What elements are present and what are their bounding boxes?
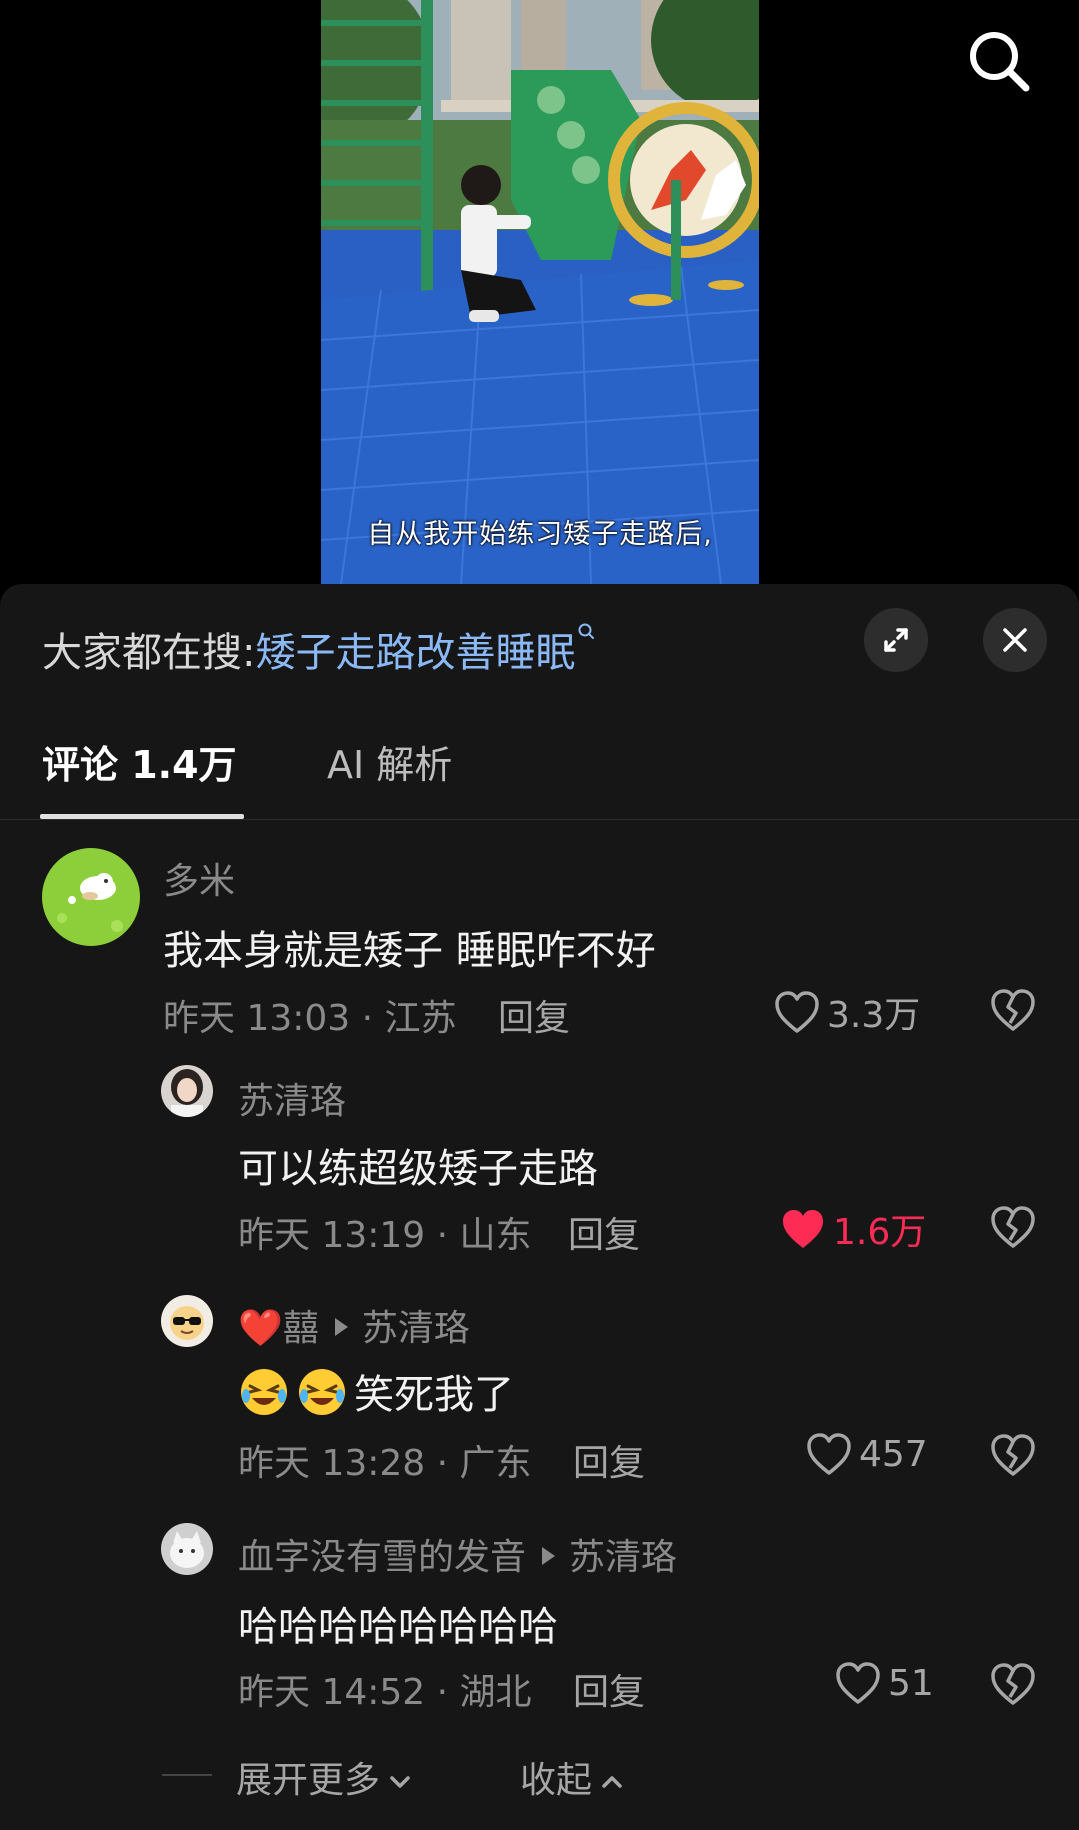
comment-text: 我本身就是矮子 睡眠咋不好 bbox=[163, 928, 656, 974]
reply-arrow-icon bbox=[334, 1318, 348, 1336]
video-area[interactable]: 自从我开始练习矮子走路后, bbox=[0, 0, 1079, 584]
collapse-label: 收起 bbox=[520, 1760, 593, 1801]
reply-to-name[interactable]: 苏清珞 bbox=[362, 1308, 470, 1349]
comments-panel: 大家都在搜:矮子走路改善睡眠 评论 1.4万 AI 解析 多米 我本身就是矮子 … bbox=[0, 584, 1079, 1830]
replies-divider-line bbox=[162, 1774, 212, 1776]
expand-icon bbox=[884, 628, 908, 652]
reply-author[interactable]: ❤️囍 苏清珞 bbox=[238, 1299, 470, 1351]
like-count: 3.3万 bbox=[827, 995, 921, 1036]
heart-outline-icon bbox=[836, 1662, 880, 1704]
reply-arrow-icon bbox=[542, 1547, 556, 1565]
search-suggestion-keyword[interactable]: 矮子走路改善睡眠 bbox=[255, 630, 575, 676]
expand-button[interactable] bbox=[864, 608, 928, 672]
reply-button[interactable]: 回复 bbox=[568, 1206, 640, 1258]
reply-text: 可以练超级矮子走路 bbox=[238, 1146, 598, 1192]
dislike-button[interactable] bbox=[989, 1661, 1037, 1709]
reply-button[interactable]: 回复 bbox=[573, 1434, 645, 1486]
expand-more-label: 展开更多 bbox=[236, 1760, 381, 1801]
dislike-button[interactable] bbox=[989, 987, 1037, 1035]
reply-button[interactable]: 回复 bbox=[573, 1663, 645, 1715]
chevron-up-icon bbox=[602, 1776, 622, 1788]
heart-filled-icon bbox=[783, 1210, 823, 1248]
tab-ai-analysis[interactable]: AI 解析 bbox=[327, 734, 452, 789]
comment-time-location: 昨天 13:03 · 江苏 bbox=[163, 998, 457, 1039]
reply-author[interactable]: 苏清珞 bbox=[238, 1072, 346, 1124]
rolling-laughing-emoji bbox=[299, 1369, 345, 1415]
reply-time-location: 昨天 14:52 · 湖北 bbox=[238, 1672, 532, 1713]
collapse-replies-button[interactable]: 收起 bbox=[520, 1751, 626, 1803]
search-icon[interactable] bbox=[964, 26, 1034, 96]
avatar[interactable] bbox=[42, 848, 140, 946]
close-icon bbox=[1003, 628, 1027, 652]
like-button[interactable]: 1.6万 bbox=[779, 1203, 926, 1255]
avatar[interactable] bbox=[161, 1065, 213, 1117]
like-button[interactable]: 457 bbox=[805, 1431, 928, 1477]
reply-to-name[interactable]: 苏清珞 bbox=[569, 1537, 677, 1578]
dislike-button[interactable] bbox=[989, 1432, 1037, 1480]
close-button[interactable] bbox=[983, 608, 1047, 672]
search-suggestion[interactable]: 大家都在搜:矮子走路改善睡眠 bbox=[42, 620, 595, 678]
video-frame-image bbox=[321, 0, 759, 584]
reply-author[interactable]: 血字没有雪的发音 苏清珞 bbox=[238, 1528, 677, 1580]
small-search-icon bbox=[578, 623, 595, 639]
heart-emoji: ❤️ bbox=[238, 1308, 283, 1349]
reply-text-content: 笑死我了 bbox=[354, 1372, 514, 1418]
video-player[interactable]: 自从我开始练习矮子走路后, bbox=[321, 0, 759, 584]
like-count: 457 bbox=[859, 1433, 928, 1475]
heart-outline-icon bbox=[807, 1433, 851, 1475]
video-subtitle: 自从我开始练习矮子走路后, bbox=[367, 519, 713, 550]
chevron-down-icon bbox=[390, 1776, 410, 1788]
reply-author-name: 囍 bbox=[282, 1308, 319, 1349]
reply-button[interactable]: 回复 bbox=[498, 989, 570, 1041]
tabs-divider bbox=[0, 819, 1079, 820]
reply-time-location: 昨天 13:28 · 广东 bbox=[238, 1443, 532, 1484]
avatar[interactable] bbox=[161, 1295, 213, 1347]
comment-tabs: 评论 1.4万 AI 解析 bbox=[0, 734, 1079, 804]
reply-text: 哈哈哈哈哈哈哈哈 bbox=[238, 1604, 558, 1650]
broken-heart-icon bbox=[991, 1434, 1035, 1476]
reply-author-name: 血字没有雪的发音 bbox=[238, 1537, 527, 1578]
expand-more-replies-button[interactable]: 展开更多 bbox=[236, 1751, 414, 1803]
comment-author[interactable]: 多米 bbox=[163, 852, 235, 904]
reply-text: 笑死我了 bbox=[238, 1362, 514, 1420]
dislike-button[interactable] bbox=[989, 1204, 1037, 1252]
heart-outline-icon bbox=[775, 991, 819, 1033]
broken-heart-icon bbox=[991, 989, 1035, 1031]
like-count: 51 bbox=[888, 1662, 934, 1704]
like-button[interactable]: 51 bbox=[834, 1660, 934, 1706]
avatar[interactable] bbox=[161, 1523, 213, 1575]
search-suggestion-prefix: 大家都在搜: bbox=[42, 630, 256, 676]
reply-time-location: 昨天 13:19 · 山东 bbox=[238, 1215, 532, 1256]
rolling-laughing-emoji bbox=[241, 1369, 287, 1415]
tab-comments[interactable]: 评论 1.4万 bbox=[42, 734, 237, 789]
broken-heart-icon bbox=[991, 1663, 1035, 1705]
broken-heart-icon bbox=[991, 1206, 1035, 1248]
like-count: 1.6万 bbox=[833, 1212, 927, 1253]
like-button[interactable]: 3.3万 bbox=[773, 986, 920, 1038]
